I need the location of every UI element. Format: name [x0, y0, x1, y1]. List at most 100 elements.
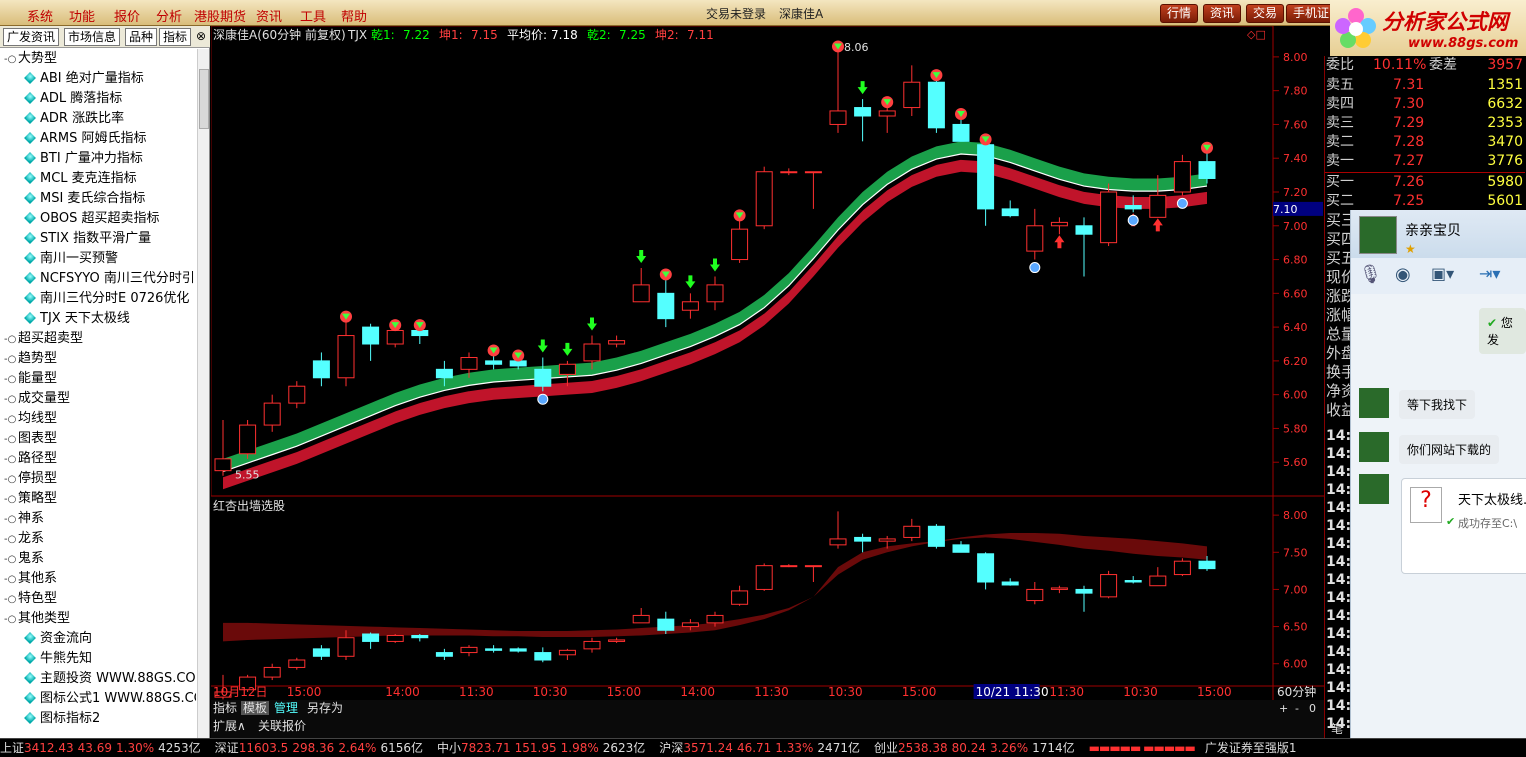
chart-tab[interactable]: 模板: [243, 701, 267, 715]
chart-tab[interactable]: 管理: [274, 700, 298, 715]
tree-item[interactable]: TJX 天下太极线: [0, 309, 196, 329]
tree-item[interactable]: NCFSYYO 南川三代分时引: [0, 269, 196, 289]
index-name[interactable]: 中小: [437, 741, 461, 755]
tree-item[interactable]: 资金流向: [0, 629, 196, 649]
expand-icon[interactable]: -○: [4, 410, 18, 429]
expand-icon[interactable]: -○: [4, 570, 18, 589]
tree-item[interactable]: ADL 腾落指标: [0, 89, 196, 109]
top-button[interactable]: 资讯: [1203, 4, 1242, 23]
top-button[interactable]: 手机证: [1286, 4, 1337, 23]
menu-item[interactable]: 资讯: [256, 6, 282, 25]
chart-tab[interactable]: 指标: [213, 700, 237, 715]
tree-item[interactable]: -○ 其他系: [0, 569, 196, 589]
file-transfer-icon[interactable]: ⇥▾: [1479, 264, 1500, 283]
candle-body: [485, 360, 503, 365]
close-icon[interactable]: ⊗: [196, 29, 206, 43]
chart-tab[interactable]: 关联报价: [258, 718, 306, 733]
menu-item[interactable]: 港股期货: [194, 6, 246, 25]
left-tab[interactable]: 品种: [125, 28, 158, 46]
tree-item[interactable]: ABI 绝对广量指标: [0, 69, 196, 89]
kline-chart-area[interactable]: 深康佳A(60分钟 前复权) TJX 乾1: 7.22 坤1: 7.15 平均价: 7.18 乾…: [210, 25, 1324, 738]
expand-icon[interactable]: -○: [4, 350, 18, 369]
expand-icon[interactable]: -○: [4, 430, 18, 449]
expand-icon[interactable]: -○: [4, 550, 18, 569]
tree-scrollbar[interactable]: [197, 49, 209, 738]
tree-item[interactable]: ADR 涨跌比率: [0, 109, 196, 129]
chart-tab[interactable]: 扩展∧: [213, 719, 246, 733]
tree-item[interactable]: OBOS 超买超卖指标: [0, 209, 196, 229]
tree-item[interactable]: 图标指标2: [0, 709, 196, 729]
zoom-control[interactable]: 0: [1309, 702, 1316, 715]
menu-item[interactable]: 帮助: [341, 6, 367, 25]
tree-item[interactable]: 图标公式1 WWW.88GS.COM: [0, 689, 196, 709]
tree-item[interactable]: -○ 策略型: [0, 489, 196, 509]
status-blocks-icon: ▬▬▬▬▬ ▬▬▬▬▬: [1088, 741, 1196, 755]
tree-item[interactable]: -○ 成交量型: [0, 389, 196, 409]
expand-icon[interactable]: -○: [4, 610, 18, 629]
index-name[interactable]: 上证: [0, 741, 24, 755]
tree-item[interactable]: -○ 图表型: [0, 429, 196, 449]
tree-item[interactable]: -○ 能量型: [0, 369, 196, 389]
tree-item[interactable]: ARMS 阿姆氏指标: [0, 129, 196, 149]
screen-share-icon[interactable]: ▣▾: [1431, 264, 1454, 283]
tree-item[interactable]: -○ 特色型: [0, 589, 196, 609]
expand-icon[interactable]: -○: [4, 510, 18, 529]
menu-item[interactable]: 报价: [114, 6, 140, 25]
expand-icon[interactable]: -○: [4, 390, 18, 409]
menu-item[interactable]: 系统: [27, 6, 53, 25]
left-tab[interactable]: 指标: [159, 28, 192, 46]
buy-signal-icon: [537, 393, 549, 405]
top-button[interactable]: 交易: [1246, 4, 1285, 23]
menu-item[interactable]: 工具: [300, 6, 326, 25]
menu-item[interactable]: 分析: [156, 6, 182, 25]
tree-item[interactable]: STIX 指数平滑广量: [0, 229, 196, 249]
index-name[interactable]: 创业: [874, 741, 898, 755]
tree-item[interactable]: MCL 麦克连指标: [0, 169, 196, 189]
expand-icon[interactable]: -○: [4, 530, 18, 549]
expand-icon[interactable]: -○: [4, 450, 18, 469]
panel-control-icon[interactable]: ◇□: [1247, 28, 1266, 41]
tree-item[interactable]: -○ 其他类型: [0, 609, 196, 629]
chart-svg[interactable]: 深康佳A(60分钟 前复权) TJX 乾1: 7.22 坤1: 7.15 平均价: 7.18 乾…: [210, 25, 1324, 738]
ask-volume: 3776: [1487, 153, 1523, 169]
expand-icon[interactable]: -○: [4, 490, 18, 509]
sub-candle-body: [1100, 574, 1118, 598]
scroll-thumb[interactable]: [199, 69, 209, 129]
index-name[interactable]: 深证: [215, 741, 239, 755]
menu-item[interactable]: 功能: [69, 6, 95, 25]
tree-item[interactable]: 牛熊先知: [0, 649, 196, 669]
tree-item[interactable]: -○ 龙系: [0, 529, 196, 549]
expand-icon[interactable]: -○: [4, 590, 18, 609]
tree-item[interactable]: -○ 超买超卖型: [0, 329, 196, 349]
chart-tab[interactable]: 另存为: [307, 701, 343, 715]
tree-item[interactable]: -○ 大势型: [0, 49, 196, 69]
expand-icon[interactable]: -○: [4, 50, 18, 69]
ask-volume: 1351: [1487, 77, 1523, 93]
tree-item[interactable]: -○ 均线型: [0, 409, 196, 429]
left-tab[interactable]: 市场信息: [64, 28, 121, 46]
tree-item[interactable]: -○ 趋势型: [0, 349, 196, 369]
buy-signal-icon: [1127, 214, 1139, 226]
expand-icon[interactable]: -○: [4, 370, 18, 389]
top-button[interactable]: 行情: [1160, 4, 1199, 23]
tree-item[interactable]: 南川一买预警: [0, 249, 196, 269]
tree-item[interactable]: 主题投资 WWW.88GS.COM: [0, 669, 196, 689]
expand-icon[interactable]: -○: [4, 470, 18, 489]
tree-item[interactable]: -○ 鬼系: [0, 549, 196, 569]
tree-item[interactable]: BTI 广量冲力指标: [0, 149, 196, 169]
tree-item[interactable]: MSI 麦氏综合指标: [0, 189, 196, 209]
camera-icon[interactable]: ◉: [1395, 264, 1411, 285]
expand-icon[interactable]: -○: [4, 330, 18, 349]
zoom-control[interactable]: +: [1279, 702, 1288, 715]
zoom-control[interactable]: -: [1295, 702, 1299, 715]
tree-item[interactable]: -○ 路径型: [0, 449, 196, 469]
left-tab[interactable]: 广发资讯: [3, 28, 60, 46]
avatar[interactable]: [1359, 216, 1397, 254]
brand-url: www.88gs.com: [1408, 36, 1519, 51]
tree-item[interactable]: -○ 神系: [0, 509, 196, 529]
file-card[interactable]: ? 天下太极线. ✔ 成功存至C:\: [1401, 478, 1526, 574]
tree-item[interactable]: 南川三代分时E 0726优化: [0, 289, 196, 309]
mic-icon[interactable]: 🎙: [1359, 264, 1382, 285]
index-name[interactable]: 沪深: [659, 741, 683, 755]
tree-item[interactable]: -○ 停损型: [0, 469, 196, 489]
